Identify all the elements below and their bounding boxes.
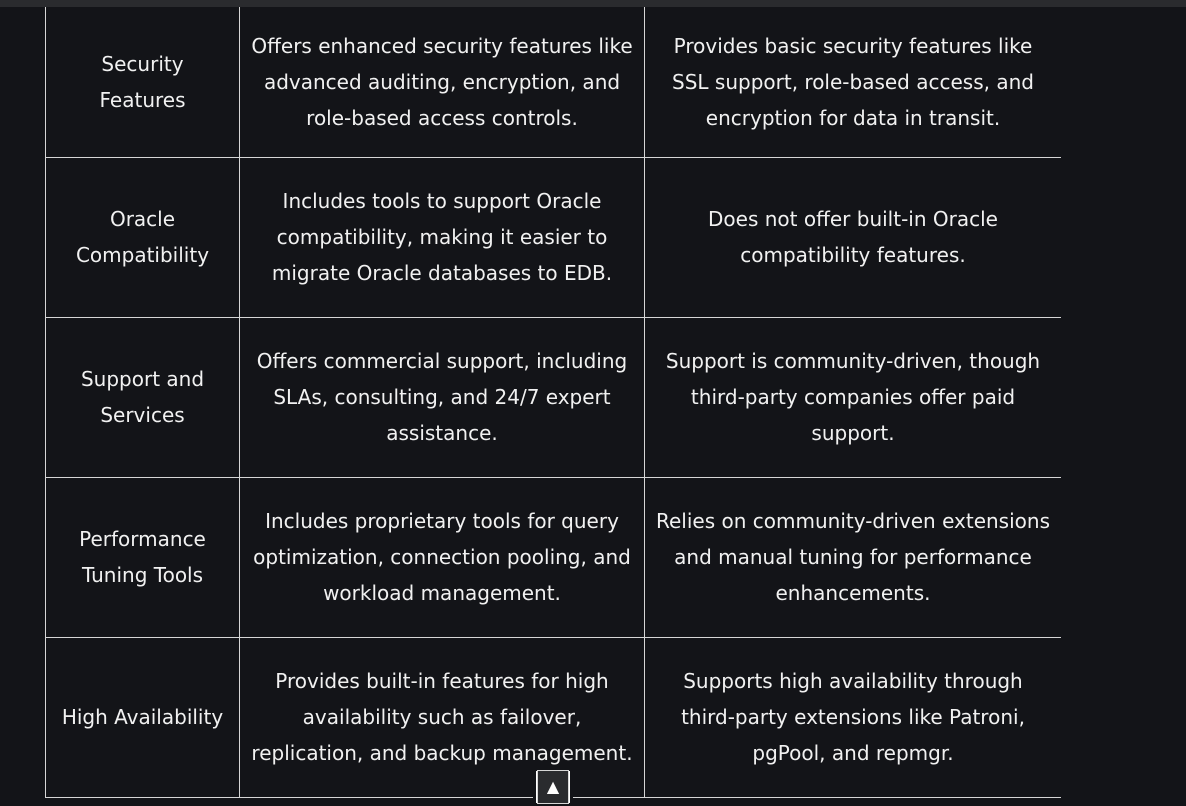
feature-cell: Support and Services (45, 317, 240, 478)
feature-cell: Security Features (45, 7, 240, 158)
edb-cell: Offers enhanced security features like a… (239, 7, 645, 158)
postgres-cell: Relies on community-driven extensions an… (644, 477, 1061, 638)
table-row: Security Features Offers enhanced securi… (45, 7, 1061, 158)
feature-cell: High Availability (45, 637, 240, 798)
feature-cell: Oracle Compatibility (45, 157, 240, 318)
comparison-table: Security Features Offers enhanced securi… (45, 7, 1061, 798)
edb-cell: Includes tools to support Oracle compati… (239, 157, 645, 318)
comparison-table-container: Security Features Offers enhanced securi… (45, 7, 1061, 806)
edb-cell: Includes proprietary tools for query opt… (239, 477, 645, 638)
postgres-cell: Supports high availability through third… (644, 637, 1061, 798)
table-row: Performance Tuning Tools Includes propri… (45, 477, 1061, 638)
table-row: Support and Services Offers commercial s… (45, 317, 1061, 478)
table-row: Oracle Compatibility Includes tools to s… (45, 157, 1061, 318)
postgres-cell: Provides basic security features like SS… (644, 7, 1061, 158)
arrow-up-icon: ▲ (537, 770, 569, 804)
postgres-cell: Does not offer built-in Oracle compatibi… (644, 157, 1061, 318)
feature-cell: Performance Tuning Tools (45, 477, 240, 638)
edb-cell: Offers commercial support, including SLA… (239, 317, 645, 478)
edb-cell: Provides built-in features for high avai… (239, 637, 645, 798)
postgres-cell: Support is community-driven, though thir… (644, 317, 1061, 478)
top-bar (0, 0, 1186, 7)
scroll-to-top-button[interactable]: ▲ (533, 768, 573, 806)
